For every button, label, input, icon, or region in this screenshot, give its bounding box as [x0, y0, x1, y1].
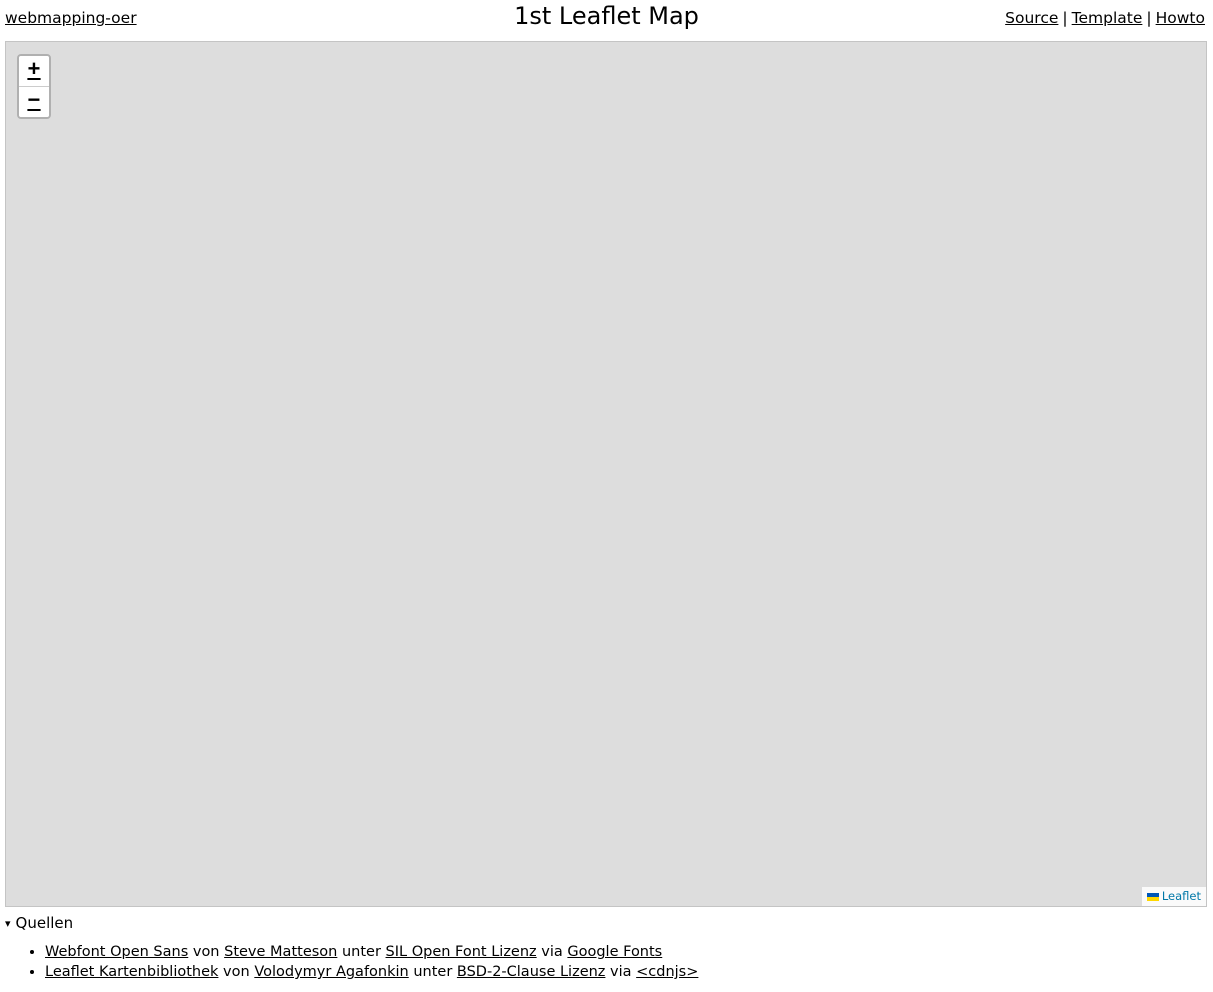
- source-text: unter: [341, 944, 381, 960]
- source-link-license[interactable]: BSD-2-Clause Lizenz: [457, 964, 606, 980]
- source-link-license[interactable]: SIL Open Font Lizenz: [386, 944, 537, 960]
- nav-separator: |: [1146, 9, 1152, 27]
- sources-summary[interactable]: ▾ Quellen: [5, 914, 698, 932]
- source-link-library[interactable]: Leaflet Kartenbibliothek: [45, 964, 218, 980]
- sources-summary-label: Quellen: [15, 914, 74, 932]
- zoom-control: + −: [17, 54, 51, 119]
- source-text: von: [223, 964, 250, 980]
- zoom-out-button[interactable]: −: [19, 87, 49, 117]
- list-item: Leaflet Kartenbibliothek von Volodymyr A…: [45, 962, 698, 982]
- nav-separator: |: [1062, 9, 1068, 27]
- top-nav: Source | Template | Howto: [1005, 9, 1205, 27]
- leaflet-attribution-link[interactable]: Leaflet: [1146, 889, 1201, 903]
- source-text: via: [610, 964, 632, 980]
- ukraine-flag-icon: [1146, 893, 1159, 901]
- source-link[interactable]: Source: [1005, 9, 1058, 27]
- sources-details: ▾ Quellen Webfont Open Sans von Steve Ma…: [5, 914, 698, 982]
- caret-down-icon: ▾: [5, 916, 11, 930]
- sources-list: Webfont Open Sans von Steve Matteson unt…: [5, 942, 698, 982]
- source-link-author[interactable]: Volodymyr Agafonkin: [254, 964, 408, 980]
- zoom-in-button[interactable]: +: [19, 56, 49, 87]
- map-container[interactable]: + − Leaflet: [5, 41, 1207, 907]
- attribution-label: Leaflet: [1161, 889, 1201, 903]
- source-text: via: [541, 944, 563, 960]
- source-text: von: [192, 944, 220, 960]
- source-link-author[interactable]: Steve Matteson: [224, 944, 337, 960]
- map-attribution: Leaflet: [1141, 887, 1206, 906]
- source-link-font[interactable]: Webfont Open Sans: [45, 944, 188, 960]
- source-link-provider[interactable]: Google Fonts: [567, 944, 662, 960]
- source-text: unter: [413, 964, 453, 980]
- howto-link[interactable]: Howto: [1156, 9, 1205, 27]
- page-header: webmapping-oer 1st Leaflet Map Source | Te…: [0, 0, 1213, 41]
- source-link-provider[interactable]: <cdnjs>: [636, 964, 698, 980]
- list-item: Webfont Open Sans von Steve Matteson unt…: [45, 942, 698, 962]
- template-link[interactable]: Template: [1072, 9, 1143, 27]
